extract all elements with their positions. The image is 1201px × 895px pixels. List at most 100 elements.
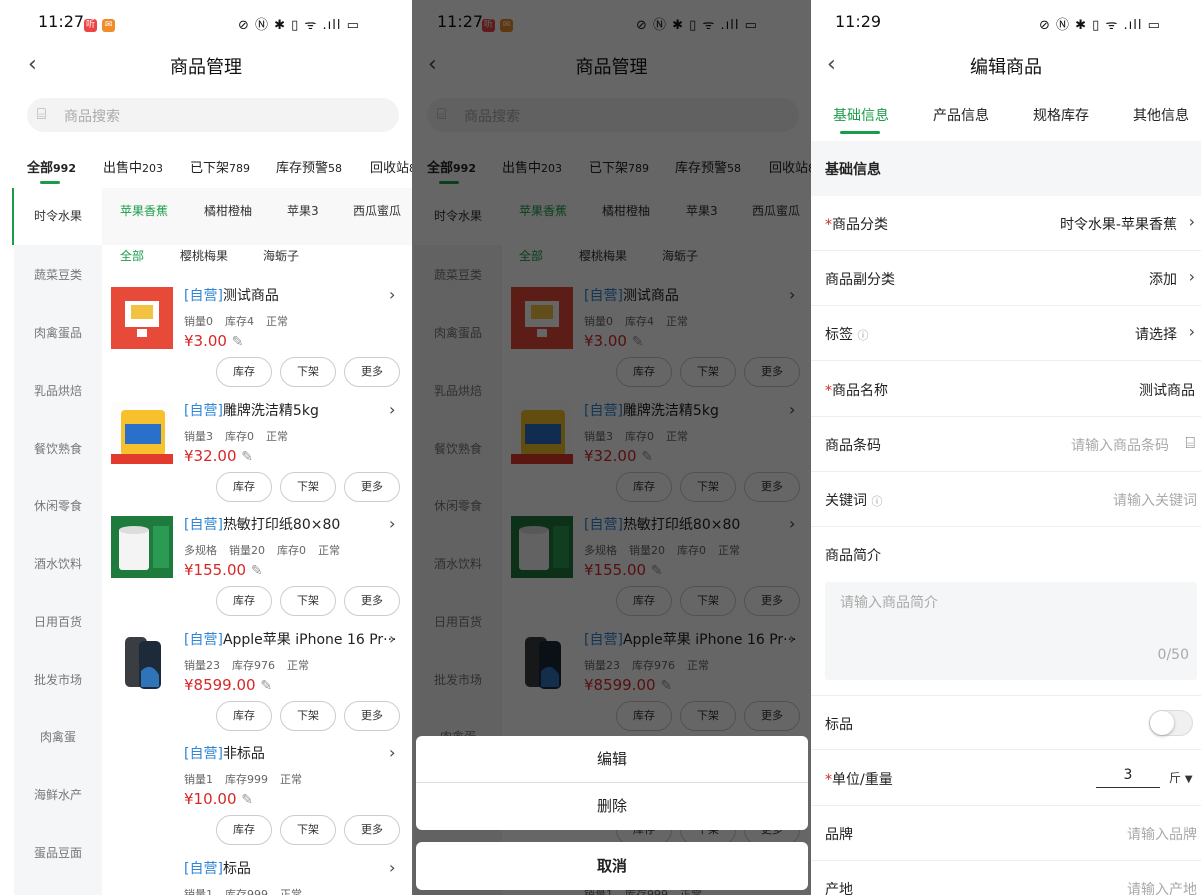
product-meta: 销量0 库存4 正常 [184, 313, 300, 329]
category-item[interactable]: 日用百货 [14, 613, 102, 630]
info-icon: ⓘ [871, 495, 883, 508]
more-button[interactable]: 更多 [344, 701, 400, 731]
standard-toggle[interactable] [1149, 710, 1193, 736]
keyword-field[interactable]: 请输入关键词 [1113, 490, 1197, 510]
scan-icon[interactable]: ⌸ [1185, 433, 1195, 453]
edit-price-icon[interactable]: ✎ [241, 449, 253, 465]
meta-item: 正常 [287, 659, 309, 672]
tab-underline [840, 131, 880, 134]
scan-icon[interactable]: ⌸ [37, 105, 46, 123]
category-item[interactable]: 乳品烘焙 [14, 382, 102, 399]
meta-item: 库存0 [277, 544, 306, 557]
chevron-right-icon: › [1188, 322, 1195, 341]
off-shelf-button[interactable]: 下架 [280, 701, 336, 731]
off-shelf-button[interactable]: 下架 [280, 472, 336, 502]
tag-row[interactable]: 标签 ⓘ 请选择 › [811, 306, 1201, 361]
category-label: *商品分类 [825, 217, 888, 233]
brand-row: 品牌 请输入品牌 [811, 806, 1201, 861]
product-name: [自营]测试商品 [184, 288, 279, 304]
stock-button[interactable]: 库存 [216, 586, 272, 616]
tab-product-info[interactable]: 产品信息 [933, 105, 989, 125]
unit-row: *单位/重量 3 斤 ▼ [811, 751, 1201, 806]
category-item[interactable]: 肉禽蛋品 [14, 324, 102, 341]
subcategory-row[interactable]: 商品副分类 添加 › [811, 251, 1201, 306]
category-item[interactable]: 餐饮熟食 [14, 440, 102, 457]
search-placeholder: 商品搜索 [64, 109, 120, 125]
more-button[interactable]: 更多 [344, 357, 400, 387]
standard-label: 标品 [825, 717, 853, 733]
category-item[interactable]: 批发市场 [14, 671, 102, 688]
off-shelf-button[interactable]: 下架 [280, 815, 336, 845]
tab-on-sale[interactable]: 出售中203 [103, 157, 163, 176]
tab-stock-alert[interactable]: 库存预警58 [276, 157, 342, 176]
stock-button[interactable]: 库存 [216, 357, 272, 387]
category-item[interactable]: 蔬菜豆类 [14, 266, 102, 283]
product-list-screen: 11:27 听 ✉ ⊘ Ⓝ ✱ ▯ ᯤ .ıll ▭ ‹ 商品管理 ⌸ 商品搜索… [0, 0, 412, 895]
stock-button[interactable]: 库存 [216, 815, 272, 845]
origin-field[interactable]: 请输入产地 [1127, 879, 1197, 895]
chevron-right-icon[interactable]: › [389, 743, 395, 762]
meta-item: 库存0 [225, 430, 254, 443]
meta-item: 正常 [280, 773, 302, 786]
subcategory-item[interactable]: 苹果香蕉 [120, 202, 168, 219]
meta-item: 正常 [266, 315, 288, 328]
chevron-right-icon[interactable]: › [389, 629, 395, 648]
more-button[interactable]: 更多 [344, 472, 400, 502]
chevron-right-icon[interactable]: › [389, 514, 395, 533]
stock-button[interactable]: 库存 [216, 472, 272, 502]
filter-item[interactable]: 海蛎子 [263, 247, 299, 264]
more-button[interactable]: 更多 [344, 586, 400, 616]
search-input[interactable]: ⌸ 商品搜索 [27, 98, 399, 132]
system-status-icons: ⊘ Ⓝ ✱ ▯ ᯤ .ıll ▭ [1039, 18, 1161, 33]
tag-label: 标签 ⓘ [825, 327, 869, 343]
char-counter: 0/50 [1157, 647, 1189, 663]
cancel-button[interactable]: 取消 [416, 842, 808, 890]
tab-basic-info[interactable]: 基础信息 [833, 105, 889, 125]
category-item[interactable]: 时令水果 [14, 188, 102, 245]
name-field[interactable]: 测试商品 [1139, 380, 1195, 400]
barcode-field[interactable]: 请输入商品条码 [1071, 435, 1169, 455]
name-row[interactable]: *商品名称 测试商品 [811, 362, 1201, 417]
subcategory-item[interactable]: 橘柑橙柚 [204, 202, 252, 219]
meta-item: 正常 [318, 544, 340, 557]
tab-recycle[interactable]: 回收站8 [370, 157, 412, 176]
subcategory-item[interactable]: 苹果3 [287, 202, 319, 219]
unit-select[interactable]: 斤 ▼ [1169, 769, 1193, 786]
category-row[interactable]: *商品分类 时令水果-苹果香蕉 › [811, 196, 1201, 251]
category-item[interactable]: 肉禽蛋 [14, 728, 102, 745]
product-name: [自营]标品 [184, 861, 251, 877]
brand-field[interactable]: 请输入品牌 [1127, 824, 1197, 844]
tab-underline [40, 181, 60, 184]
edit-price-icon[interactable]: ✎ [232, 334, 244, 350]
subcategory-item[interactable]: 西瓜蜜瓜 [353, 202, 401, 219]
category-item[interactable]: 海鲜水产 [14, 786, 102, 803]
meta-item: 多规格 [184, 544, 217, 557]
more-button[interactable]: 更多 [344, 815, 400, 845]
off-shelf-button[interactable]: 下架 [280, 586, 336, 616]
category-item[interactable]: 酒水饮料 [14, 555, 102, 572]
product-thumbnail [111, 631, 173, 693]
edit-price-icon[interactable]: ✎ [241, 792, 253, 808]
intro-textarea[interactable]: 请输入商品简介 0/50 [825, 582, 1197, 680]
edit-option[interactable]: 编辑 [416, 736, 808, 783]
keyword-row: 关键词 ⓘ 请输入关键词 [811, 472, 1201, 527]
category-item[interactable]: 休闲零食 [14, 497, 102, 514]
edit-price-icon[interactable]: ✎ [251, 563, 263, 579]
chevron-right-icon[interactable]: › [389, 285, 395, 304]
off-shelf-button[interactable]: 下架 [280, 357, 336, 387]
unit-input[interactable]: 3 [1096, 767, 1160, 788]
tab-all[interactable]: 全部992 [27, 157, 76, 176]
status-time: 11:29 [835, 12, 882, 31]
filter-all[interactable]: 全部 [120, 247, 144, 264]
filter-item[interactable]: 樱桃梅果 [180, 247, 228, 264]
edit-price-icon[interactable]: ✎ [260, 678, 272, 694]
chevron-right-icon[interactable]: › [389, 858, 395, 877]
meta-item: 销量1 [184, 888, 213, 895]
tab-off-shelf[interactable]: 已下架789 [190, 157, 250, 176]
tab-spec-stock[interactable]: 规格库存 [1033, 105, 1089, 125]
tab-other-info[interactable]: 其他信息 [1133, 105, 1189, 125]
delete-option[interactable]: 删除 [416, 783, 808, 830]
category-item[interactable]: 蛋品豆面 [14, 844, 102, 861]
stock-button[interactable]: 库存 [216, 701, 272, 731]
chevron-right-icon[interactable]: › [389, 400, 395, 419]
